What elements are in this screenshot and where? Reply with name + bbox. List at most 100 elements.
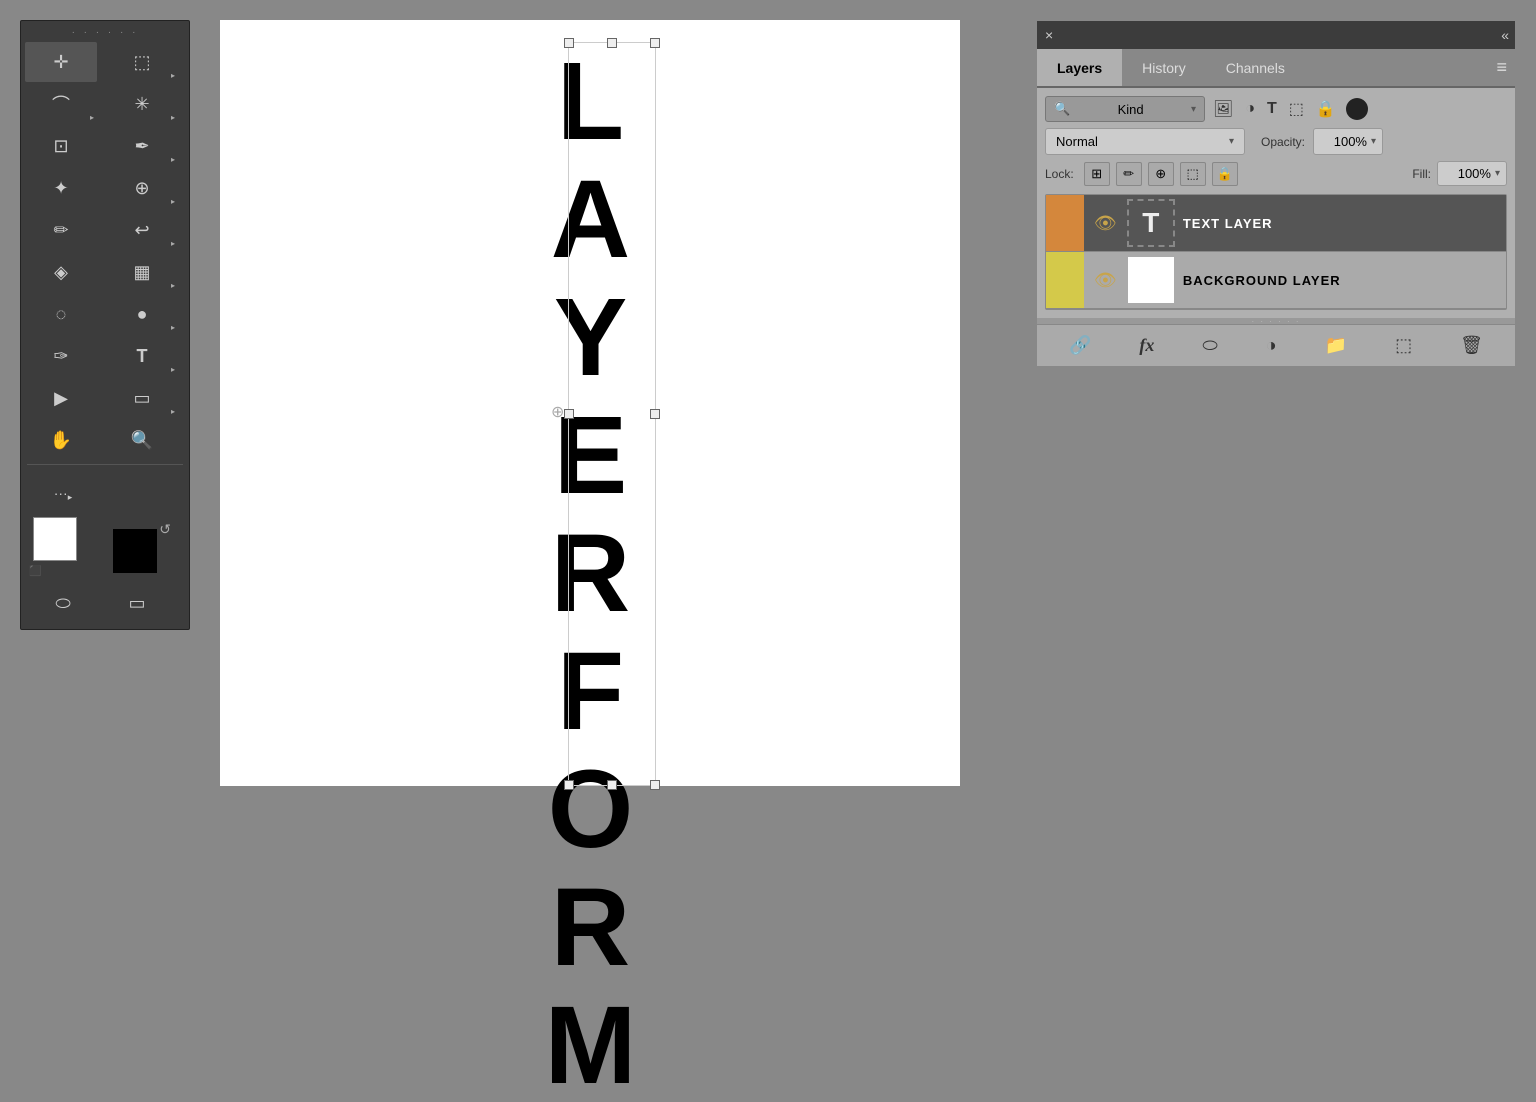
blend-opacity-row: Normal ▾ Opacity: 100% ▾ [1045, 128, 1507, 155]
tool-zoom[interactable]: 🔍 [106, 420, 178, 460]
quick-mask-button[interactable]: ⬭ [27, 583, 99, 623]
move-icon: ✛ [53, 52, 68, 73]
stamp-icon: ⊕ [134, 178, 149, 199]
bottom-tools-row: ⬭ ▭ [25, 581, 185, 625]
tool-stamp[interactable]: ⊕ ▸ [106, 168, 178, 208]
lock-move-button[interactable]: ⊕ [1148, 162, 1174, 186]
path-select-icon: ▶ [54, 388, 68, 409]
layer-visibility-bg-button[interactable]: 👁 [1092, 268, 1119, 293]
layer-visibility-text-button[interactable]: 👁 [1092, 211, 1119, 236]
tool-crop[interactable]: ⊡ [25, 126, 97, 166]
tool-eraser[interactable]: ◈ [25, 252, 97, 292]
lock-all-button[interactable]: 🔒 [1212, 162, 1238, 186]
layer-mask-button[interactable]: ⬭ [1196, 331, 1223, 360]
lock-brush-button[interactable]: ✏ [1116, 162, 1142, 186]
tool-path-select[interactable]: ▶ [25, 378, 97, 418]
kind-label: Kind [1118, 102, 1144, 117]
blend-mode-label: Normal [1056, 134, 1098, 149]
filter-pixel-button[interactable]: 🖼 [1211, 97, 1235, 121]
tab-channels[interactable]: Channels [1206, 49, 1305, 86]
opacity-value-text: 100% [1334, 134, 1367, 149]
sub-arrow: ▸ [68, 492, 73, 503]
layer-item-text[interactable]: 👁 T TEXT LAYER [1046, 195, 1506, 252]
fill-dropdown-arrow: ▾ [1495, 168, 1500, 179]
sub-arrow: ▸ [171, 365, 175, 374]
layer-thumbnail-background [1127, 256, 1175, 304]
tool-brush[interactable]: ✏ [25, 210, 97, 250]
opacity-dropdown-arrow: ▾ [1371, 136, 1376, 147]
sub-arrow: ▸ [171, 197, 175, 206]
tool-history-brush[interactable]: ↩ ▸ [106, 210, 178, 250]
tool-hand[interactable]: ✋ [25, 420, 97, 460]
gradient-icon: ▦ [133, 262, 150, 283]
layer-link-button[interactable]: 🔗 [1063, 331, 1097, 360]
filter-type-button[interactable]: T [1265, 98, 1279, 120]
layer-item-background[interactable]: 👁 BACKGROUND LAYER [1046, 252, 1506, 309]
filter-shape-button[interactable]: ⬚ [1287, 97, 1306, 121]
panel-body: 🔍 Kind ▾ 🖼 ◑ T ⬚ 🔒 Normal ▾ Opacity: 100… [1037, 88, 1515, 318]
quick-mask-icon: ⬭ [55, 593, 70, 614]
canvas-text-content: LAYERFORM [535, 40, 645, 1102]
panel-footer: 🔗 fx ⬭ ◑ 📁 ⬚ 🗑 [1037, 324, 1515, 366]
kind-dropdown-arrow: ▾ [1191, 104, 1196, 115]
panel-tab-menu-button[interactable]: ≡ [1488, 49, 1515, 86]
tool-pen[interactable]: ✑ [25, 336, 97, 376]
sub-arrow: ▸ [171, 155, 175, 164]
lock-artboard-button[interactable]: ⬚ [1180, 162, 1206, 186]
reset-colors-icon[interactable]: ⬛ [29, 566, 41, 577]
filter-adjustment-button[interactable]: ◑ [1243, 98, 1257, 120]
tool-blur[interactable]: ◌ [25, 294, 97, 334]
fill-label: Fill: [1412, 167, 1431, 181]
layer-name-background: BACKGROUND LAYER [1183, 273, 1341, 288]
hand-icon: ✋ [50, 430, 72, 451]
layer-color-indicator-yellow [1046, 252, 1084, 308]
sub-arrow: ▸ [171, 71, 175, 80]
delete-layer-button[interactable]: 🗑 [1454, 331, 1489, 360]
tool-patch[interactable]: ✦ [25, 168, 97, 208]
kind-row: 🔍 Kind ▾ 🖼 ◑ T ⬚ 🔒 [1045, 96, 1507, 122]
kind-dropdown[interactable]: 🔍 Kind ▾ [1045, 96, 1205, 122]
panel-collapse-button[interactable]: « [1501, 27, 1507, 43]
canvas-document: LAYERFORM ⊕ [220, 20, 960, 786]
tool-shape[interactable]: ▭ ▸ [106, 378, 178, 418]
tool-type[interactable]: T ▸ [106, 336, 178, 376]
layer-thumbnail-text: T [1127, 199, 1175, 247]
blend-mode-dropdown[interactable]: Normal ▾ [1045, 128, 1245, 155]
screen-mode-button[interactable]: ▭ [101, 583, 173, 623]
filter-smart-button[interactable]: 🔒 [1314, 97, 1338, 121]
tool-magic-wand[interactable]: ✳ ▸ [106, 84, 178, 124]
layer-adjustment-button[interactable]: ◑ [1260, 331, 1283, 360]
tool-eyedropper[interactable]: ✒ ▸ [106, 126, 178, 166]
layer-group-button[interactable]: 📁 [1319, 331, 1353, 360]
tool-marquee[interactable]: ⬚ ▸ [106, 42, 178, 82]
panel-titlebar: × « [1037, 21, 1515, 49]
tool-gradient[interactable]: ▦ ▸ [106, 252, 178, 292]
more-tools-icon: ··· [54, 485, 68, 501]
panel-tabs: Layers History Channels ≡ [1037, 49, 1515, 88]
foreground-color-swatch[interactable] [33, 517, 77, 561]
tab-layers[interactable]: Layers [1037, 49, 1122, 86]
opacity-input[interactable]: 100% ▾ [1313, 128, 1383, 155]
lasso-icon: ⌒ [52, 91, 70, 117]
canvas-area: LAYERFORM ⊕ [220, 20, 960, 786]
sub-arrow: ▸ [171, 113, 175, 122]
swap-colors-icon[interactable]: ↺ [159, 521, 171, 538]
panel-close-button[interactable]: × [1045, 27, 1053, 43]
toolbar-handle: · · · · · · [25, 25, 185, 42]
color-swatches: ↺ ⬛ [25, 517, 185, 581]
layer-fx-button[interactable]: fx [1133, 331, 1160, 360]
blur-icon: ◌ [56, 304, 67, 325]
new-layer-button[interactable]: ⬚ [1389, 331, 1418, 360]
layer-color-indicator-orange [1046, 195, 1084, 251]
toolbar-divider [27, 464, 183, 465]
tool-move[interactable]: ✛ [25, 42, 97, 82]
more-tools-button[interactable]: ··· ▸ [27, 473, 99, 513]
tool-burn[interactable]: ● ▸ [106, 294, 178, 334]
lock-pixels-button[interactable]: ⊞ [1084, 162, 1110, 186]
tab-history[interactable]: History [1122, 49, 1206, 86]
magic-wand-icon: ✳ [134, 94, 149, 115]
tool-lasso[interactable]: ⌒ ▸ [25, 84, 97, 124]
fill-input[interactable]: 100% ▾ [1437, 161, 1507, 186]
background-color-swatch[interactable] [113, 529, 157, 573]
pen-icon: ✑ [53, 346, 68, 367]
